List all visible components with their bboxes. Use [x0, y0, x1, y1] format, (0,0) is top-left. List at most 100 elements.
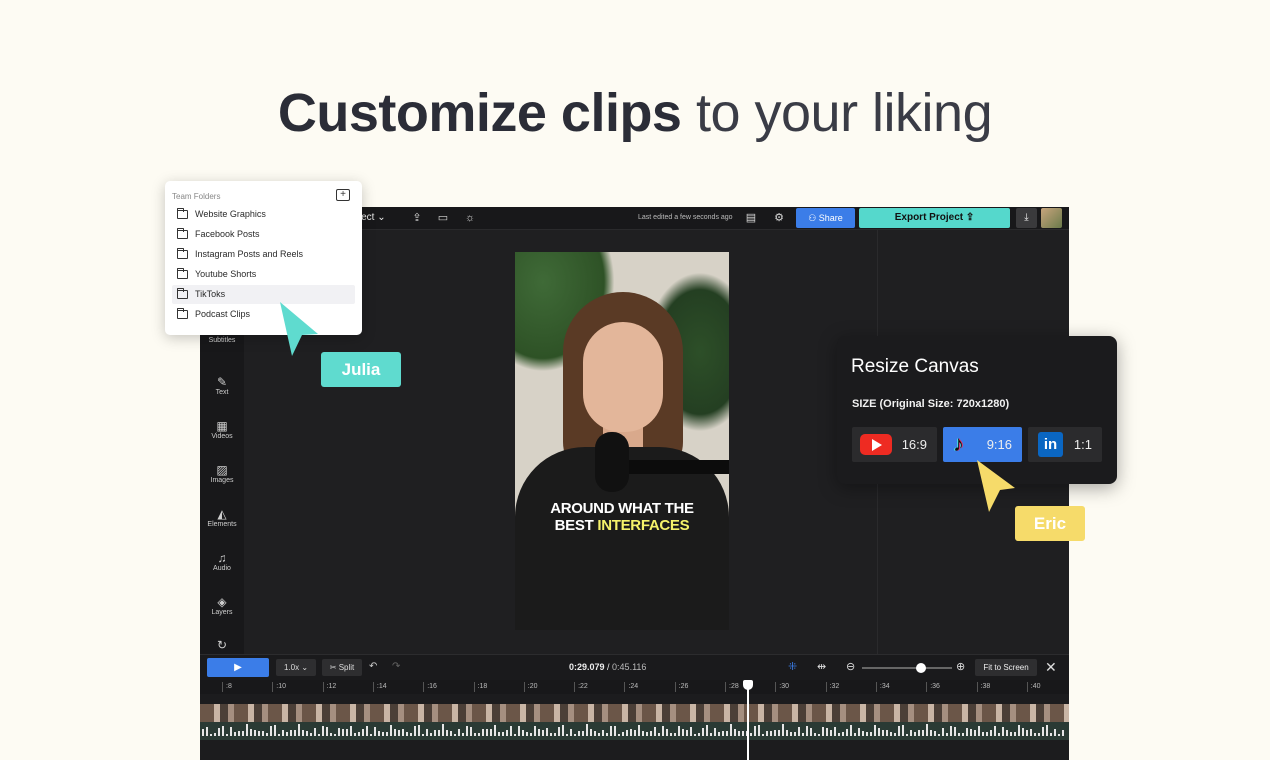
waveform-bar [1062, 730, 1064, 736]
waveform-bar [722, 731, 724, 736]
ruler-tick: :12 [322, 682, 336, 692]
waveform-bar [330, 732, 332, 736]
download-button[interactable]: ⤓ [1016, 208, 1037, 228]
folder-item[interactable]: Podcast Clips [172, 305, 355, 324]
waveform-bar [606, 733, 608, 736]
folder-item[interactable]: Instagram Posts and Reels [172, 245, 355, 264]
subtitles-icon[interactable]: ▭ [436, 211, 450, 225]
split-button[interactable]: ✂ Split [322, 659, 362, 676]
folder-item[interactable]: Website Graphics [172, 205, 355, 224]
waveform-bar [1054, 729, 1056, 736]
cursor-tag-eric: Eric [1015, 506, 1085, 541]
waveform-bar [562, 725, 564, 736]
waveform-bar [874, 724, 876, 736]
waveform-bar [614, 725, 616, 736]
comment-icon[interactable]: ▤ [744, 211, 758, 225]
waveform-bar [582, 730, 584, 736]
waveform-bar [262, 731, 264, 736]
cursor-julia-icon [280, 302, 318, 356]
tool-layers[interactable]: ◈ Layers [200, 595, 244, 616]
size-option-16-9[interactable]: 16:9 [852, 427, 937, 462]
waveform-bar [362, 729, 364, 736]
chevron-down-icon: ⌄ [377, 212, 386, 223]
waveform-bar [294, 729, 296, 736]
lightbulb-icon[interactable]: ☼ [463, 211, 477, 225]
size-option-1-1[interactable]: in 1:1 [1028, 427, 1102, 462]
folder-item[interactable]: Facebook Posts [172, 225, 355, 244]
zoom-slider[interactable] [862, 667, 952, 669]
folder-icon [177, 248, 188, 259]
undo-icon[interactable]: ↶ [369, 661, 377, 672]
waveform-bar [918, 729, 920, 736]
download-icon: ⤓ [1024, 212, 1029, 223]
pencil-icon: ✎ [216, 375, 228, 389]
video-preview[interactable]: AROUND WHAT THE BEST INTERFACES [515, 252, 729, 630]
avatar[interactable] [1041, 208, 1062, 228]
chevron-down-icon: ⌄ [301, 663, 309, 672]
fit-to-screen-button[interactable]: Fit to Screen [975, 659, 1037, 676]
waveform-bar [610, 725, 612, 736]
tool-images[interactable]: ▨ Images [200, 463, 244, 484]
speed-select[interactable]: 1.0x ⌄ [276, 659, 316, 676]
ruler-tick: :28 [725, 682, 739, 692]
waveform-bar [1014, 732, 1016, 736]
redo-icon[interactable]: ↷ [392, 661, 400, 672]
waveform-bar [218, 728, 220, 736]
playhead-handle[interactable] [743, 680, 753, 690]
tool-elements[interactable]: ◭ Elements [200, 507, 244, 528]
timeline-ruler[interactable]: :8:10:12:14:16:18:20:22:24:26:28:30:32:3… [200, 680, 1069, 694]
folder-icon [177, 208, 188, 219]
waveform-bar [214, 732, 216, 736]
tool-loop[interactable]: ↻ [200, 638, 244, 652]
zoom-out-icon[interactable]: ⊖ [846, 660, 855, 673]
waveform-bar [674, 733, 676, 736]
export-project-button[interactable]: Export Project ⇪ [859, 208, 1010, 228]
waveform-bar [246, 724, 248, 736]
waveform-bar [334, 733, 336, 736]
resize-canvas-title: Resize Canvas [851, 356, 979, 377]
waveform-bar [414, 726, 416, 736]
waveform-bar [290, 730, 292, 736]
waveform-bar [990, 729, 992, 736]
waveform-bar [1042, 727, 1044, 736]
video-track[interactable] [200, 704, 1069, 740]
waveform-bar [1018, 725, 1020, 736]
folder-icon [177, 288, 188, 299]
gear-icon[interactable]: ⚙ [772, 211, 786, 225]
waveform-bar [514, 733, 516, 736]
waveform-bar [798, 727, 800, 736]
folder-item-active[interactable]: TikToks [172, 285, 355, 304]
waveform-bar [482, 728, 484, 736]
zoom-in-icon[interactable]: ⊕ [956, 660, 965, 673]
waveform-bar [566, 733, 568, 736]
add-folder-icon[interactable]: + [336, 189, 350, 201]
audio-waveform [200, 722, 1069, 740]
waveform-bar [626, 729, 628, 736]
fit-width-icon[interactable]: ⇹ [817, 660, 826, 673]
waveform-bar [306, 731, 308, 736]
upload-icon[interactable]: ⇪ [410, 211, 424, 225]
folder-item[interactable]: Youtube Shorts [172, 265, 355, 284]
ruler-tick: :38 [976, 682, 990, 692]
size-option-9-16[interactable]: ♪ 9:16 [943, 427, 1022, 462]
waveform-bar [322, 725, 324, 736]
waveform-bar [646, 731, 648, 736]
close-icon[interactable]: ✕ [1045, 659, 1057, 676]
ruler-tick: :26 [674, 682, 688, 692]
waveform-bar [470, 726, 472, 736]
tool-text[interactable]: ✎ Text [200, 375, 244, 396]
snap-icon[interactable]: ⁜ [788, 660, 797, 673]
waveform-bar [410, 733, 412, 736]
playhead-line[interactable] [747, 680, 749, 760]
waveform-bar [490, 729, 492, 736]
tool-audio[interactable]: ♫ Audio [200, 551, 244, 572]
folder-icon [177, 228, 188, 239]
tool-subtitles[interactable]: Subtitles [200, 337, 244, 344]
waveform-bar [550, 733, 552, 736]
zoom-slider-handle[interactable] [916, 663, 926, 673]
add-user-icon: ⚇ [808, 213, 817, 223]
ruler-tick: :18 [473, 682, 487, 692]
share-button[interactable]: ⚇ Share [796, 208, 855, 228]
tool-videos[interactable]: ▦ Videos [200, 419, 244, 440]
play-button[interactable]: ▶ [207, 658, 269, 677]
